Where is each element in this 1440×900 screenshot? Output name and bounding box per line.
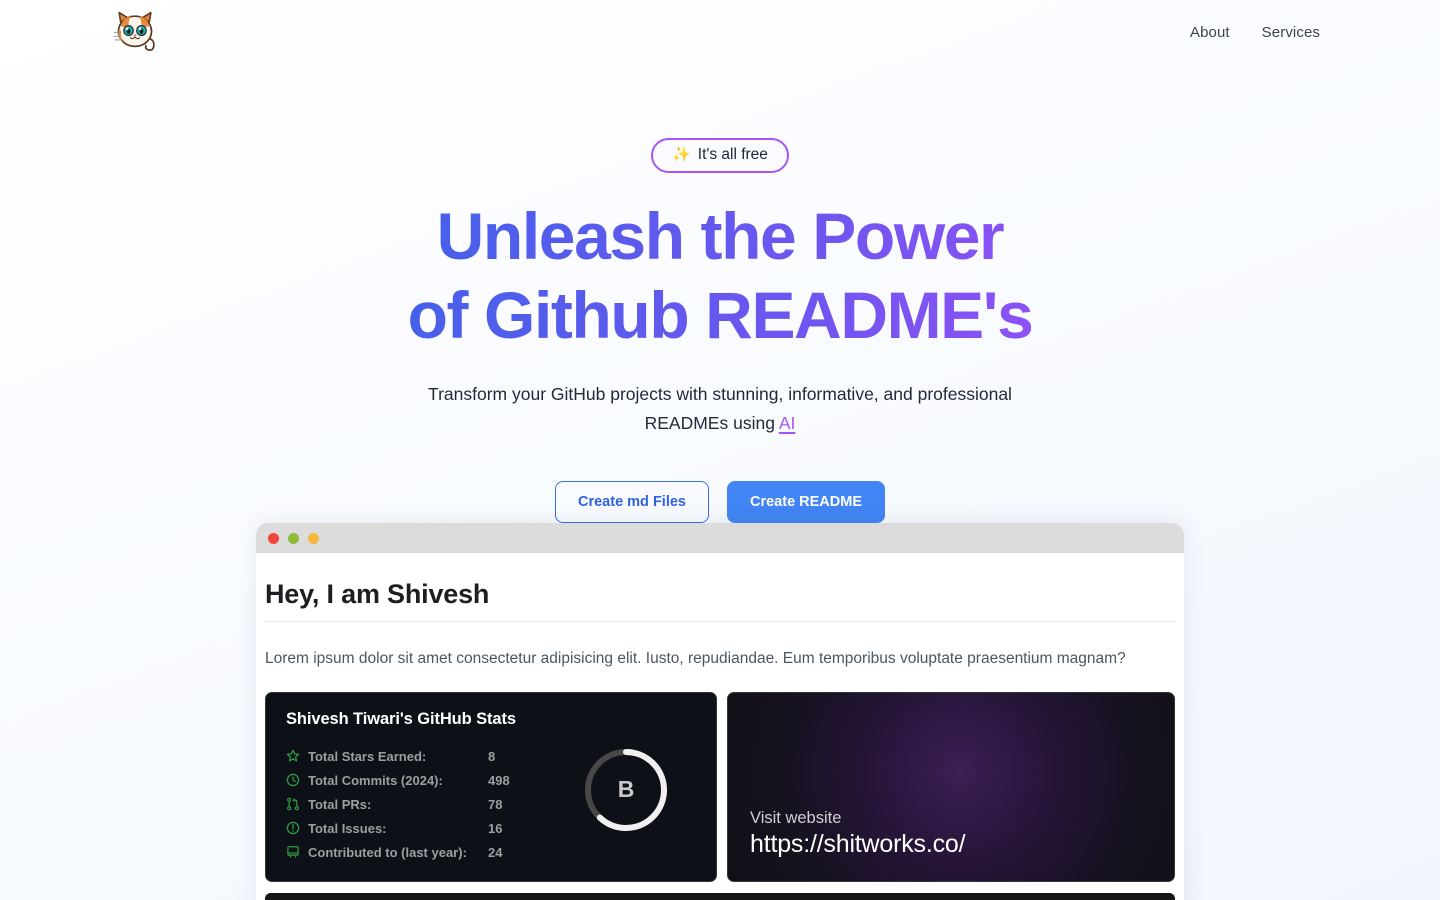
visit-website-url: https://shitworks.co/ xyxy=(750,830,966,859)
create-readme-button[interactable]: Create README xyxy=(727,480,885,524)
sparkles-icon: ✨ xyxy=(672,146,691,164)
nav-link-services[interactable]: Services xyxy=(1262,24,1320,41)
nav-link-about[interactable]: About xyxy=(1190,24,1230,41)
stat-label-contributed: Contributed to (last year): xyxy=(308,844,467,860)
window-minimize-dot[interactable] xyxy=(288,532,299,544)
readme-heading: Hey, I am Shivesh xyxy=(265,579,490,609)
doodle-banner-image xyxy=(265,893,1175,900)
cat-logo-icon xyxy=(112,9,158,55)
free-badge-label: It's all free xyxy=(697,146,768,163)
stat-row-contributed: Contributed to (last year): 24 xyxy=(286,840,556,864)
readme-paragraph: Lorem ipsum dolor sit amet consectetur a… xyxy=(265,650,1126,667)
stat-label-prs: Total PRs: xyxy=(308,796,372,812)
top-navbar: About Services xyxy=(0,0,1440,64)
hero-subtitle-text: Transform your GitHub projects with stun… xyxy=(428,383,1012,433)
page-title-line-1: Unleash the Power xyxy=(436,198,1004,273)
ai-link[interactable]: AI xyxy=(779,413,796,433)
cta-button-row: Create md Files Create README xyxy=(0,480,1440,524)
stat-row-stars: Total Stars Earned: 8 xyxy=(286,744,556,768)
repo-icon xyxy=(286,845,308,859)
stat-label-issues: Total Issues: xyxy=(308,820,387,836)
hero-section: ✨ It's all free Unleash the Power of Git… xyxy=(0,64,1440,524)
page-title: Unleash the Power of Github README's xyxy=(0,197,1440,355)
stat-value-commits: 498 xyxy=(488,772,510,788)
stat-row-commits: Total Commits (2024): 498 xyxy=(286,768,556,792)
brand-logo[interactable] xyxy=(112,9,158,55)
github-stats-list: Shivesh Tiwari's GitHub Stats Total Star… xyxy=(286,710,556,881)
stat-row-issues: Total Issues: 16 xyxy=(286,816,556,840)
github-stats-card: Shivesh Tiwari's GitHub Stats Total Star… xyxy=(265,692,717,883)
github-rank-wrapper: B xyxy=(556,710,696,881)
stat-value-issues: 16 xyxy=(488,820,503,836)
nav-links: About Services xyxy=(1190,24,1320,41)
readme-cards-row: Shivesh Tiwari's GitHub Stats Total Star… xyxy=(256,692,1184,883)
window-maximize-dot[interactable] xyxy=(308,532,319,544)
issue-icon xyxy=(286,821,308,835)
github-stats-heading: Shivesh Tiwari's GitHub Stats xyxy=(286,710,516,729)
clock-icon xyxy=(286,773,308,787)
github-rank-letter: B xyxy=(617,776,635,803)
star-icon xyxy=(286,749,308,763)
pull-request-icon xyxy=(286,797,308,811)
browser-mockup: Hey, I am Shivesh Lorem ipsum dolor sit … xyxy=(256,523,1184,900)
doodle-graphics xyxy=(265,893,1175,900)
stat-label-stars: Total Stars Earned: xyxy=(308,748,427,764)
hero-subtitle: Transform your GitHub projects with stun… xyxy=(390,380,1050,438)
stat-row-prs: Total PRs: 78 xyxy=(286,792,556,816)
window-close-dot[interactable] xyxy=(268,532,279,544)
mockup-content: Hey, I am Shivesh Lorem ipsum dolor sit … xyxy=(256,553,1184,900)
visit-website-label: Visit website xyxy=(750,809,842,828)
stat-value-prs: 78 xyxy=(488,796,503,812)
visit-website-card[interactable]: Visit website https://shitworks.co/ xyxy=(727,692,1175,883)
stat-value-stars: 8 xyxy=(488,748,496,764)
create-md-files-button[interactable]: Create md Files xyxy=(555,480,709,524)
stat-label-commits: Total Commits (2024): xyxy=(308,772,443,788)
stat-value-contributed: 24 xyxy=(488,844,503,860)
mockup-titlebar xyxy=(256,523,1184,553)
free-badge[interactable]: ✨ It's all free xyxy=(651,138,789,173)
github-rank-circle: B xyxy=(580,744,672,836)
page-title-line-2: of Github README's xyxy=(407,277,1033,352)
